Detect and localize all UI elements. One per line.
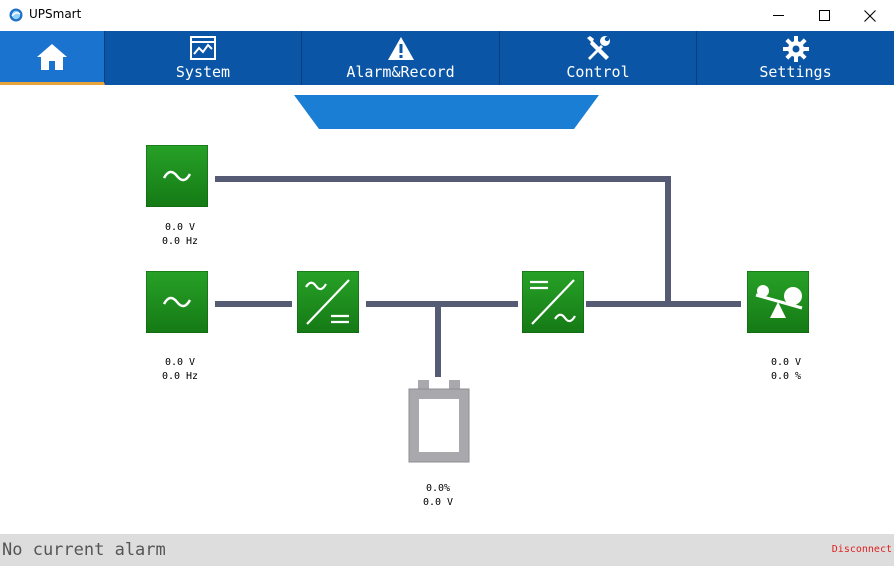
rectifier-to-inverter-line [366, 301, 518, 307]
inverter-to-output-line [586, 301, 741, 307]
alarm-status-text: No current alarm [2, 540, 166, 560]
main-input-frequency: 0.0 Hz [161, 371, 199, 382]
load-balance-icon [746, 270, 810, 334]
dc-to-ac-icon [521, 270, 585, 334]
battery-branch-line [435, 307, 441, 377]
output-load-block[interactable] [746, 270, 810, 334]
battery-icon [408, 380, 470, 463]
bypass-drop-line [665, 176, 671, 306]
output-voltage: 0.0 V [770, 357, 802, 368]
battery-capacity: 0.0% [425, 483, 451, 494]
bypass-line [215, 176, 671, 182]
ac-to-dc-icon [296, 270, 360, 334]
connection-status: Disconnect [831, 544, 892, 555]
inverter-block[interactable] [521, 270, 585, 334]
main-input-voltage: 0.0 V [164, 357, 196, 368]
output-readout: 0.0 V 0.0 % [746, 356, 826, 384]
battery-voltage: 0.0 V [422, 497, 454, 508]
ac-sine-icon [145, 144, 209, 208]
ac-sine-icon [145, 270, 209, 334]
status-bar: No current alarm Disconnect [0, 534, 894, 566]
main-input-block[interactable] [145, 270, 209, 334]
input-to-rectifier-line [215, 301, 292, 307]
bypass-frequency: 0.0 Hz [161, 236, 199, 247]
main-input-readout: 0.0 V 0.0 Hz [140, 356, 220, 384]
rectifier-block[interactable] [296, 270, 360, 334]
output-load: 0.0 % [770, 371, 802, 382]
battery-block[interactable] [408, 379, 470, 463]
bypass-voltage: 0.0 V [164, 222, 196, 233]
bypass-source-block[interactable] [145, 144, 209, 208]
bypass-readout: 0.0 V 0.0 Hz [140, 221, 220, 249]
battery-readout: 0.0% 0.0 V [398, 482, 478, 510]
